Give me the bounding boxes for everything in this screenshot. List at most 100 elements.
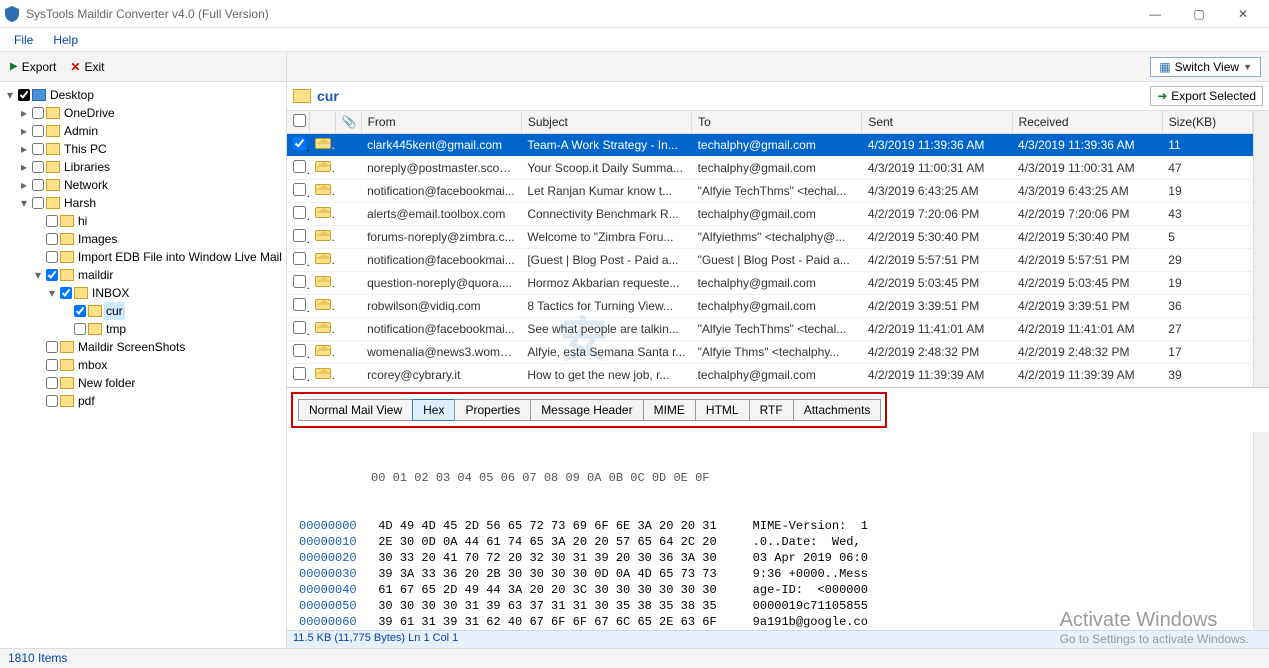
table-row[interactable]: forums-noreply@zimbra.c...Welcome to "Zi… — [287, 226, 1253, 249]
col-received[interactable]: Received — [1012, 111, 1162, 134]
tree-node[interactable]: mbox — [32, 356, 284, 374]
row-checkbox[interactable] — [293, 321, 306, 334]
tree-checkbox[interactable] — [32, 179, 44, 191]
row-checkbox[interactable] — [293, 137, 306, 150]
table-row[interactable]: robwilson@vidiq.com8 Tactics for Turning… — [287, 295, 1253, 318]
tab-mime[interactable]: MIME — [643, 399, 696, 421]
tab-properties[interactable]: Properties — [454, 399, 531, 421]
table-row[interactable]: notification@facebookmai...Let Ranjan Ku… — [287, 180, 1253, 203]
tree-node[interactable]: cur — [60, 302, 284, 320]
collapse-icon[interactable]: ▾ — [18, 194, 30, 212]
table-row[interactable]: notification@facebookmai...See what peop… — [287, 318, 1253, 341]
tree-node[interactable]: tmp — [60, 320, 284, 338]
row-checkbox[interactable] — [293, 344, 306, 357]
tree-checkbox[interactable] — [74, 305, 86, 317]
tab-normal-mail-view[interactable]: Normal Mail View — [298, 399, 413, 421]
col-from[interactable]: From — [361, 111, 521, 134]
tree-checkbox[interactable] — [60, 287, 72, 299]
table-row[interactable]: clark445kent@gmail.comTeam-A Work Strate… — [287, 134, 1253, 157]
tab-rtf[interactable]: RTF — [749, 399, 794, 421]
tree-node[interactable]: New folder — [32, 374, 284, 392]
tree-checkbox[interactable] — [32, 197, 44, 209]
expand-icon[interactable]: ▸ — [18, 158, 30, 176]
tree-node[interactable]: pdf — [32, 392, 284, 410]
col-to[interactable]: To — [692, 111, 862, 134]
tree-node[interactable]: Maildir ScreenShots — [32, 338, 284, 356]
table-row[interactable]: rcorey@cybrary.itHow to get the new job,… — [287, 364, 1253, 387]
close-button[interactable]: ✕ — [1221, 0, 1265, 28]
grid-scrollbar[interactable] — [1253, 111, 1269, 387]
tree-checkbox[interactable] — [46, 341, 58, 353]
hex-scrollbar[interactable] — [1253, 432, 1269, 630]
tree-checkbox[interactable] — [46, 359, 58, 371]
tree-checkbox[interactable] — [46, 233, 58, 245]
table-row[interactable]: womenalia@news3.wome...Alfyie, esta Sema… — [287, 341, 1253, 364]
tree-checkbox[interactable] — [18, 89, 30, 101]
collapse-icon[interactable]: ▾ — [46, 284, 58, 302]
tree-node[interactable]: hi — [32, 212, 284, 230]
export-selected-button[interactable]: ➜ Export Selected — [1150, 86, 1263, 106]
tree-node[interactable]: ▾maildir — [32, 266, 284, 284]
hex-view[interactable]: 00 01 02 03 04 05 06 07 08 09 0A 0B 0C 0… — [287, 432, 1253, 630]
tree-checkbox[interactable] — [46, 395, 58, 407]
row-checkbox[interactable] — [293, 298, 306, 311]
tab-hex[interactable]: Hex — [412, 399, 455, 421]
tree-node[interactable]: ▸OneDrive — [18, 104, 284, 122]
minimize-button[interactable]: — — [1133, 0, 1177, 28]
row-checkbox[interactable] — [293, 367, 306, 380]
tree-node[interactable]: ▸Admin — [18, 122, 284, 140]
maximize-button[interactable]: ▢ — [1177, 0, 1221, 28]
tree-node[interactable]: Images — [32, 230, 284, 248]
tree-node[interactable]: ▸Network — [18, 176, 284, 194]
tree-checkbox[interactable] — [32, 125, 44, 137]
tree-node[interactable]: Import EDB File into Window Live Mail — [32, 248, 284, 266]
expand-icon[interactable]: ▸ — [18, 104, 30, 122]
tab-attachments[interactable]: Attachments — [793, 399, 882, 421]
row-checkbox[interactable] — [293, 229, 306, 242]
row-checkbox[interactable] — [293, 275, 306, 288]
expand-icon[interactable]: ▸ — [18, 176, 30, 194]
tree-checkbox[interactable] — [46, 269, 58, 281]
row-checkbox[interactable] — [293, 252, 306, 265]
menu-file[interactable]: File — [6, 31, 41, 49]
table-row[interactable]: noreply@postmaster.scoo...Your Scoop.it … — [287, 157, 1253, 180]
table-row[interactable]: alerts@email.toolbox.comConnectivity Ben… — [287, 203, 1253, 226]
row-checkbox[interactable] — [293, 183, 306, 196]
tree-checkbox[interactable] — [46, 215, 58, 227]
col-attach[interactable]: 📎 — [335, 111, 361, 134]
expand-icon[interactable]: ▸ — [18, 122, 30, 140]
tab-message-header[interactable]: Message Header — [530, 399, 643, 421]
collapse-icon[interactable]: ▾ — [4, 86, 16, 104]
tree-checkbox[interactable] — [46, 377, 58, 389]
tree-checkbox[interactable] — [32, 107, 44, 119]
table-row[interactable]: notification@facebookmai...[Guest | Blog… — [287, 249, 1253, 272]
tree-checkbox[interactable] — [74, 323, 86, 335]
tree-node[interactable]: ▾Harsh — [18, 194, 284, 212]
exit-button[interactable]: ✕ Exit — [66, 58, 108, 76]
row-checkbox[interactable] — [293, 160, 306, 173]
tree-node-desktop[interactable]: ▾ Desktop — [4, 86, 284, 104]
folder-tree[interactable]: ▾ Desktop ▸OneDrive▸Admin▸This PC▸Librar… — [0, 82, 287, 648]
table-row[interactable]: question-noreply@quora....Hormoz Akbaria… — [287, 272, 1253, 295]
export-button[interactable]: ▶ Export — [6, 58, 60, 76]
tree-node[interactable]: ▾INBOX — [46, 284, 284, 302]
expand-icon[interactable]: ▸ — [18, 140, 30, 158]
tree-checkbox[interactable] — [32, 143, 44, 155]
col-icon[interactable] — [309, 111, 335, 134]
col-checkbox[interactable] — [287, 111, 309, 134]
tab-html[interactable]: HTML — [695, 399, 750, 421]
menu-help[interactable]: Help — [45, 31, 86, 49]
col-sent[interactable]: Sent — [862, 111, 1012, 134]
col-subject[interactable]: Subject — [521, 111, 691, 134]
collapse-icon[interactable]: ▾ — [32, 266, 44, 284]
select-all-checkbox[interactable] — [293, 114, 306, 127]
cell: 4/3/2019 11:00:31 AM — [1012, 157, 1162, 180]
tree-checkbox[interactable] — [32, 161, 44, 173]
row-checkbox[interactable] — [293, 206, 306, 219]
switch-view-button[interactable]: ▦ Switch View ▼ — [1150, 57, 1261, 77]
message-grid[interactable]: 📎 From Subject To Sent Received Size(KB)… — [287, 111, 1253, 387]
tree-checkbox[interactable] — [46, 251, 58, 263]
tree-node[interactable]: ▸This PC — [18, 140, 284, 158]
tree-node[interactable]: ▸Libraries — [18, 158, 284, 176]
col-size[interactable]: Size(KB) — [1162, 111, 1252, 134]
